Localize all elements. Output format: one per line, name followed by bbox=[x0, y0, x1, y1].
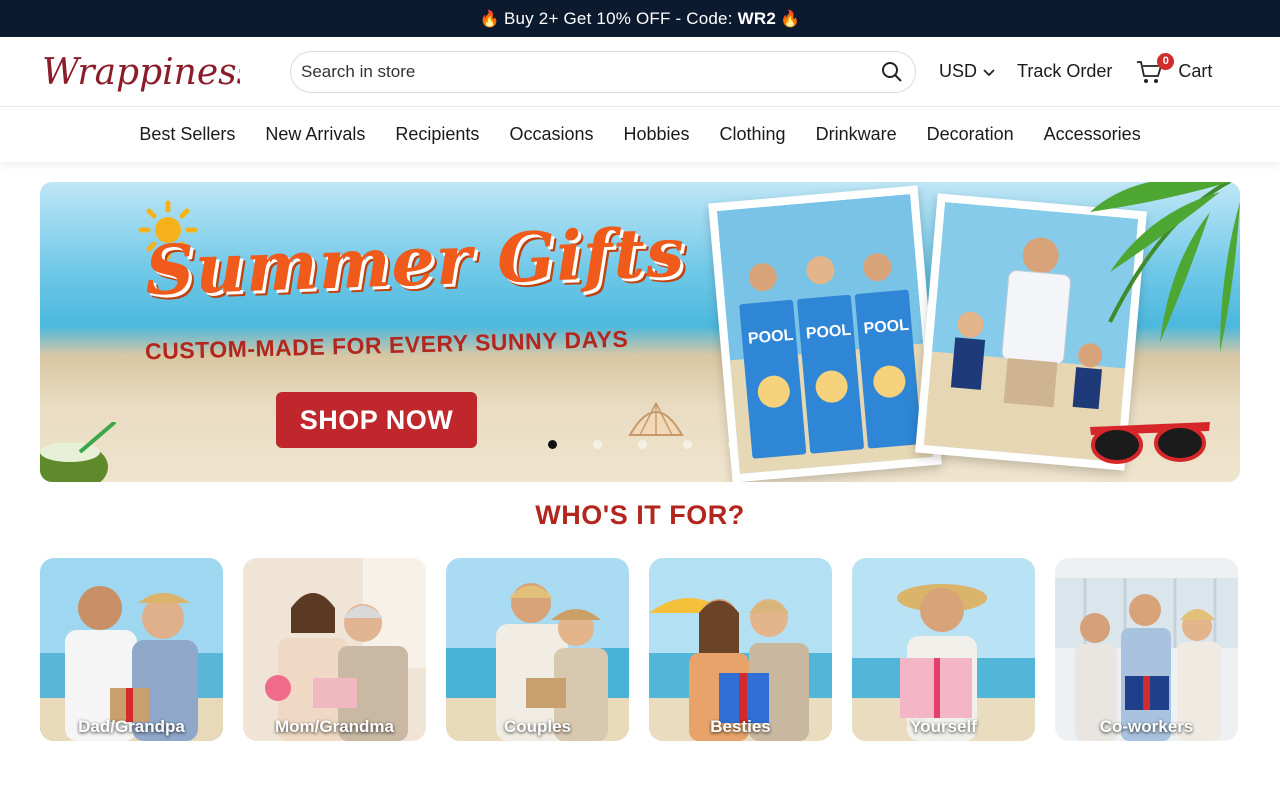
nav-item-accessories[interactable]: Accessories bbox=[1029, 124, 1156, 145]
recipient-label: Dad/Grandpa bbox=[78, 717, 185, 736]
logo-wordmark: Wrappiness bbox=[42, 52, 240, 93]
nav-item-best-sellers[interactable]: Best Sellers bbox=[124, 124, 250, 145]
carousel-dot[interactable] bbox=[593, 440, 602, 449]
promo-bar: 🔥 Buy 2+ Get 10% OFF - Code: WR2 🔥 bbox=[0, 0, 1280, 37]
nav-item-occasions[interactable]: Occasions bbox=[494, 124, 608, 145]
recipient-photo bbox=[852, 558, 1035, 741]
hero-subheadline: CUSTOM-MADE FOR EVERY SUNNY DAYS bbox=[144, 325, 629, 365]
recipient-label: Mom/Grandma bbox=[274, 717, 395, 736]
cart-count-badge: 0 bbox=[1157, 52, 1175, 70]
currency-label: USD bbox=[939, 61, 978, 81]
nav-item-decoration[interactable]: Decoration bbox=[912, 124, 1029, 145]
promo-text: Buy 2+ Get 10% OFF - Code: bbox=[503, 8, 733, 28]
shop-now-button[interactable]: SHOP NOW bbox=[276, 392, 477, 448]
nav-item-recipients[interactable]: Recipients bbox=[380, 124, 494, 145]
carousel-dot[interactable] bbox=[638, 440, 647, 449]
nav-item-new-arrivals[interactable]: New Arrivals bbox=[250, 124, 380, 145]
logo[interactable]: Wrappiness bbox=[40, 42, 240, 102]
recipient-photo bbox=[40, 558, 223, 741]
site-header: Wrappiness USD Track Order 0 Cart bbox=[0, 37, 1280, 107]
track-order-link[interactable]: Track Order bbox=[1017, 61, 1112, 82]
carousel-dot[interactable] bbox=[683, 440, 692, 449]
search-input[interactable] bbox=[301, 61, 879, 82]
carousel-dot[interactable] bbox=[548, 440, 557, 449]
recipient-photo bbox=[1055, 558, 1238, 741]
cart-icon: 0 bbox=[1136, 52, 1175, 85]
recipient-label: Co-workers bbox=[1099, 717, 1194, 736]
recipient-card-yourself[interactable]: Yourself bbox=[852, 558, 1035, 741]
recipient-label: Besties bbox=[710, 717, 771, 736]
section-title: WHO'S IT FOR? bbox=[535, 500, 745, 530]
currency-selector[interactable]: USD bbox=[939, 61, 995, 82]
fire-icon: 🔥 bbox=[479, 10, 500, 28]
recipient-photo bbox=[446, 558, 629, 741]
product-photo-towels: POOL POOL POOL bbox=[708, 185, 942, 482]
recipient-card-dad-grandpa[interactable]: Dad/Grandpa bbox=[40, 558, 223, 741]
fire-icon: 🔥 bbox=[780, 10, 801, 28]
hero-headline: Summer Gifts bbox=[143, 212, 687, 312]
recipient-card-co-workers[interactable]: Co-workers bbox=[1055, 558, 1238, 741]
recipient-cards: Dad/Grandpa Mom/Grandma Couples Besties bbox=[40, 558, 1240, 741]
search-bar bbox=[290, 50, 916, 93]
coconut-drink-image bbox=[40, 422, 117, 482]
recipient-label: Couples bbox=[503, 717, 572, 736]
cart-label: Cart bbox=[1178, 61, 1213, 81]
sunglasses-image bbox=[1090, 422, 1210, 464]
search-icon[interactable] bbox=[879, 59, 905, 85]
main-nav: Best Sellers New Arrivals Recipients Occ… bbox=[0, 107, 1280, 162]
recipient-card-mom-grandma[interactable]: Mom/Grandma bbox=[243, 558, 426, 741]
seashell-image bbox=[628, 402, 684, 436]
recipient-photo bbox=[243, 558, 426, 741]
chevron-down-icon bbox=[983, 61, 995, 82]
nav-item-hobbies[interactable]: Hobbies bbox=[608, 124, 704, 145]
palm-leaf-image bbox=[1090, 182, 1240, 352]
cart-button[interactable]: 0 Cart bbox=[1136, 52, 1213, 85]
carousel-dot[interactable] bbox=[728, 440, 737, 449]
recipient-card-besties[interactable]: Besties bbox=[649, 558, 832, 741]
logo-text: Wrappiness bbox=[42, 52, 240, 93]
recipient-card-couples[interactable]: Couples bbox=[446, 558, 629, 741]
nav-item-drinkware[interactable]: Drinkware bbox=[801, 124, 912, 145]
carousel-dots bbox=[548, 440, 737, 449]
recipient-photo bbox=[649, 558, 832, 741]
promo-code: WR2 bbox=[737, 8, 777, 28]
nav-item-clothing[interactable]: Clothing bbox=[705, 124, 801, 145]
hero-banner[interactable]: Summer Gifts CUSTOM-MADE FOR EVERY SUNNY… bbox=[40, 182, 1240, 482]
recipient-label: Yourself bbox=[910, 717, 977, 736]
